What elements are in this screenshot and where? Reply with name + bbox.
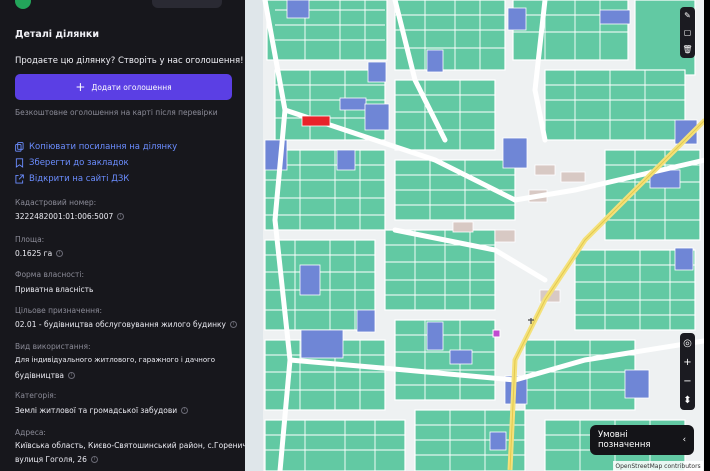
plus-icon: +: [75, 80, 86, 94]
free-listing-hint: Безкоштовне оголошення на карті після пе…: [15, 108, 218, 117]
info-icon[interactable]: i: [117, 213, 125, 220]
category-text: Землі житлової та громадської забудови: [15, 406, 178, 415]
info-icon[interactable]: i: [181, 407, 189, 414]
bookmark-icon: [15, 158, 24, 168]
top-button[interactable]: [152, 0, 222, 8]
ownership-label: Форма власності:: [15, 270, 84, 279]
address-value-line1: Київська область, Києво-Святошинський ра…: [15, 441, 245, 450]
locate-icon[interactable]: ◎: [682, 336, 694, 350]
purpose-label: Цільове призначення:: [15, 306, 103, 315]
purpose-text: 02.01 - будівництва обслуговування жилог…: [15, 320, 226, 329]
compass-icon[interactable]: ⬍: [682, 393, 694, 407]
open-dzk-link[interactable]: Відкрити на сайті ДЗК: [15, 174, 129, 184]
category-label: Категорія:: [15, 391, 57, 400]
selected-parcel[interactable]: [301, 115, 331, 127]
map-attribution[interactable]: OpenStreetMap contributors: [613, 461, 703, 471]
chevron-left-icon: ‹: [682, 435, 686, 445]
copy-link-label: Копіювати посилання на ділянку: [29, 142, 178, 152]
details-panel: Деталі ділянки Продаєте цю ділянку? Ство…: [0, 0, 245, 471]
panel-title: Деталі ділянки: [15, 29, 99, 40]
top-strip: [0, 0, 245, 9]
cadastral-number: 3222482001:01:006:5007: [15, 212, 114, 221]
bookmark-link-label: Зберегти до закладок: [29, 158, 129, 168]
purpose-value: 02.01 - будівництва обслуговування жилог…: [15, 320, 237, 329]
map-canvas[interactable]: [245, 0, 710, 471]
info-icon[interactable]: i: [68, 372, 76, 379]
open-dzk-label: Відкрити на сайті ДЗК: [29, 174, 130, 184]
cadastral-label: Кадастровий номер:: [15, 198, 97, 207]
legend-button[interactable]: Умовні позначення ‹: [590, 425, 694, 455]
ownership-value: Приватна власність: [15, 285, 93, 294]
ownership-text: Приватна власність: [15, 285, 94, 294]
square-select-icon[interactable]: ▢: [682, 27, 693, 38]
usage-value-line1: Для індивідуального житлового, гаражного…: [15, 356, 216, 364]
usage-text-2: будівництва: [15, 371, 65, 380]
trash-icon[interactable]: 🗑: [682, 44, 693, 55]
logo-icon[interactable]: [15, 0, 31, 9]
area-value: 0.1625 га i: [15, 249, 64, 258]
add-listing-label: Додати оголошення: [91, 82, 172, 92]
zoom-controls: ◎ + − ⬍: [680, 333, 695, 410]
area-number: 0.1625 га: [15, 249, 53, 258]
usage-value-line2: будівництва i: [15, 371, 76, 380]
promo-text: Продаєте цю ділянку? Створіть у нас огол…: [15, 56, 244, 66]
category-value: Землі житлової та громадської забудови i: [15, 406, 189, 415]
info-icon[interactable]: i: [56, 250, 64, 257]
cadastral-value: 3222482001:01:006:5007 i: [15, 212, 125, 221]
info-icon[interactable]: i: [90, 456, 98, 463]
area-label: Площа:: [15, 235, 45, 244]
usage-label: Вид використання:: [15, 342, 91, 351]
zoom-out-button[interactable]: −: [682, 374, 694, 388]
info-icon[interactable]: i: [229, 321, 237, 328]
address-label: Адреса:: [15, 428, 46, 437]
cadastral-map[interactable]: ✎ ▢ 🗑 ◎ + − ⬍: [245, 0, 710, 471]
copy-icon: [15, 142, 24, 152]
window-edge: [704, 0, 710, 471]
pencil-icon[interactable]: ✎: [682, 10, 693, 21]
bookmark-link[interactable]: Зберегти до закладок: [15, 158, 129, 168]
zoom-in-button[interactable]: +: [682, 355, 694, 369]
add-listing-button[interactable]: + Додати оголошення: [15, 74, 232, 100]
address-text-2: вулиця Гоголя, 26: [15, 455, 87, 464]
address-value-line2: вулиця Гоголя, 26 i: [15, 455, 98, 464]
copy-link[interactable]: Копіювати посилання на ділянку: [15, 142, 177, 152]
draw-toolbar: ✎ ▢ 🗑: [680, 7, 695, 58]
external-link-icon: [15, 174, 24, 184]
legend-label: Умовні позначення: [598, 430, 651, 450]
